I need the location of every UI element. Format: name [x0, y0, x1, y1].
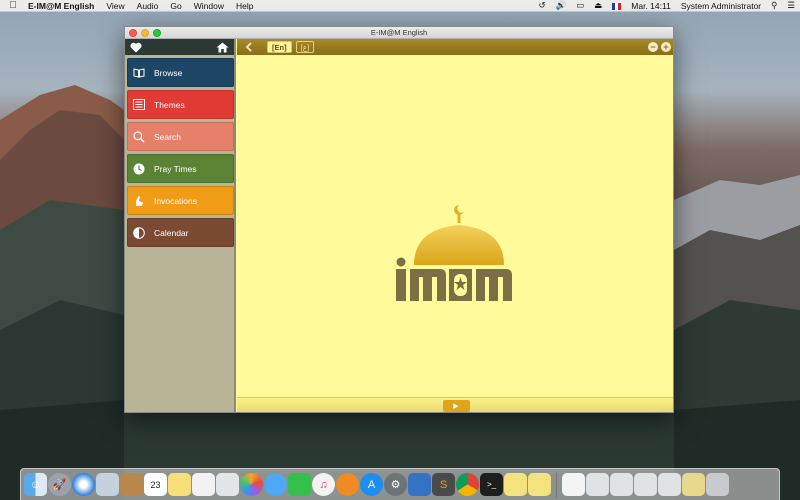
menubar-clock[interactable]: Mar. 14:11 [626, 1, 676, 11]
dock-terminal-icon[interactable]: >_ [480, 473, 503, 496]
sidebar-item-calendar[interactable]: Calendar [127, 218, 234, 247]
window-close-button[interactable] [129, 29, 137, 37]
sidebar-item-label: Browse [154, 67, 183, 78]
dock-window-4-icon[interactable] [658, 473, 681, 496]
imam-logo [396, 204, 512, 301]
menu-app-name[interactable]: E-IM@M English [26, 1, 100, 11]
dock-trash-icon[interactable] [706, 473, 729, 496]
spotlight-icon[interactable]: ⚲ [766, 0, 782, 11]
eject-icon[interactable]: ⏏ [589, 0, 607, 11]
zoom-out-icon[interactable]: − [648, 42, 658, 52]
window-zoom-button[interactable] [153, 29, 161, 37]
sidebar-item-search[interactable]: Search [127, 122, 234, 151]
window-titlebar[interactable]: E-IM@M English [125, 27, 673, 39]
main-content [237, 55, 673, 397]
menu-go[interactable]: Go [164, 1, 187, 11]
toolbar: [En] [ع] − + [237, 39, 673, 55]
menu-bar:  E-IM@M English View Audio Go Window He… [0, 0, 800, 12]
dock-contacts-icon[interactable] [120, 473, 143, 496]
time-machine-icon[interactable]: ↺ [534, 0, 551, 11]
favorites-heart-icon[interactable] [130, 42, 142, 53]
language-arabic-button[interactable]: [ع] [295, 41, 315, 53]
dock-documents-icon[interactable] [562, 473, 585, 496]
home-icon[interactable] [216, 42, 229, 53]
sidebar-item-label: Invocations [154, 195, 197, 206]
sidebar-item-label: Search [154, 131, 181, 142]
apple-menu-icon[interactable]:  [0, 0, 26, 11]
window-minimize-button[interactable] [141, 29, 149, 37]
moon-icon [132, 226, 146, 240]
dock-itunes-icon[interactable]: ♫ [312, 473, 335, 496]
play-button[interactable]: ▶ [442, 400, 470, 412]
sidebar-item-label: Pray Times [154, 163, 197, 174]
language-english-button[interactable]: [En] [267, 41, 292, 53]
dock-chrome-icon[interactable] [456, 473, 479, 496]
menu-view[interactable]: View [100, 1, 130, 11]
menubar-user[interactable]: System Administrator [676, 1, 766, 11]
dock-finder-icon[interactable]: ☺ [24, 473, 47, 496]
dock-safari-icon[interactable] [72, 473, 95, 496]
back-arrow-icon[interactable] [245, 42, 253, 52]
dock-sublime-text-icon[interactable]: S [432, 473, 455, 496]
dock-calendar-icon[interactable]: 23 [144, 473, 167, 496]
dock-notes-icon[interactable] [168, 473, 191, 496]
dock-preview2-icon[interactable] [216, 473, 239, 496]
dock: ☺ 🚀 23 ♫ A ⚙ S >_ [20, 468, 780, 500]
book-icon [132, 66, 146, 80]
dock-instruments-icon[interactable] [408, 473, 431, 496]
zoom-controls: − + [648, 42, 671, 52]
volume-icon[interactable]: 🔊 [551, 0, 572, 11]
dock-app-store-icon[interactable]: A [360, 473, 383, 496]
menu-window[interactable]: Window [188, 1, 230, 11]
list-icon [132, 98, 146, 112]
sidebar-item-pray-times[interactable]: Pray Times [127, 154, 234, 183]
dock-preview-icon[interactable] [96, 473, 119, 496]
sidebar-header [125, 39, 234, 55]
input-source-flag-icon[interactable] [607, 1, 626, 11]
zoom-in-icon[interactable]: + [661, 42, 671, 52]
dock-launchpad-icon[interactable]: 🚀 [48, 473, 71, 496]
dock-ibooks-icon[interactable] [336, 473, 359, 496]
dock-window-2-icon[interactable] [610, 473, 633, 496]
sidebar-item-label: Themes [154, 99, 185, 110]
search-icon [132, 130, 146, 144]
window-title: E-IM@M English [370, 28, 428, 37]
menu-audio[interactable]: Audio [131, 1, 165, 11]
clock-icon [132, 162, 146, 176]
dock-system-preferences-icon[interactable]: ⚙ [384, 473, 407, 496]
sidebar-item-themes[interactable]: Themes [127, 90, 234, 119]
dock-messages-icon[interactable] [264, 473, 287, 496]
dock-window-3-icon[interactable] [634, 473, 657, 496]
footer-bar: ▶ [237, 397, 673, 412]
dock-facetime-icon[interactable] [288, 473, 311, 496]
dock-imam-app-icon[interactable] [504, 473, 527, 496]
menu-help[interactable]: Help [230, 1, 259, 11]
dock-reminders-icon[interactable] [192, 473, 215, 496]
dock-window-1-icon[interactable] [586, 473, 609, 496]
dock-photos-icon[interactable] [240, 473, 263, 496]
sidebar-item-browse[interactable]: Browse [127, 58, 234, 87]
sidebar-item-label: Calendar [154, 227, 189, 238]
sidebar-item-invocations[interactable]: Invocations [127, 186, 234, 215]
status-area: ↺ 🔊 ▭ ⏏ Mar. 14:11 System Administrator … [534, 0, 800, 11]
sidebar: Browse Themes Search Pray Times Invocati… [125, 39, 236, 412]
dock-imam-app-2-icon[interactable] [528, 473, 551, 496]
praying-hands-icon [132, 194, 146, 208]
play-icon: ▶ [453, 403, 459, 410]
app-window: E-IM@M English Browse Themes Search Pray… [124, 26, 674, 413]
notification-center-icon[interactable]: ☰ [782, 0, 800, 11]
dock-separator [556, 471, 557, 498]
airplay-icon[interactable]: ▭ [571, 0, 589, 11]
dock-window-5-icon[interactable] [682, 473, 705, 496]
